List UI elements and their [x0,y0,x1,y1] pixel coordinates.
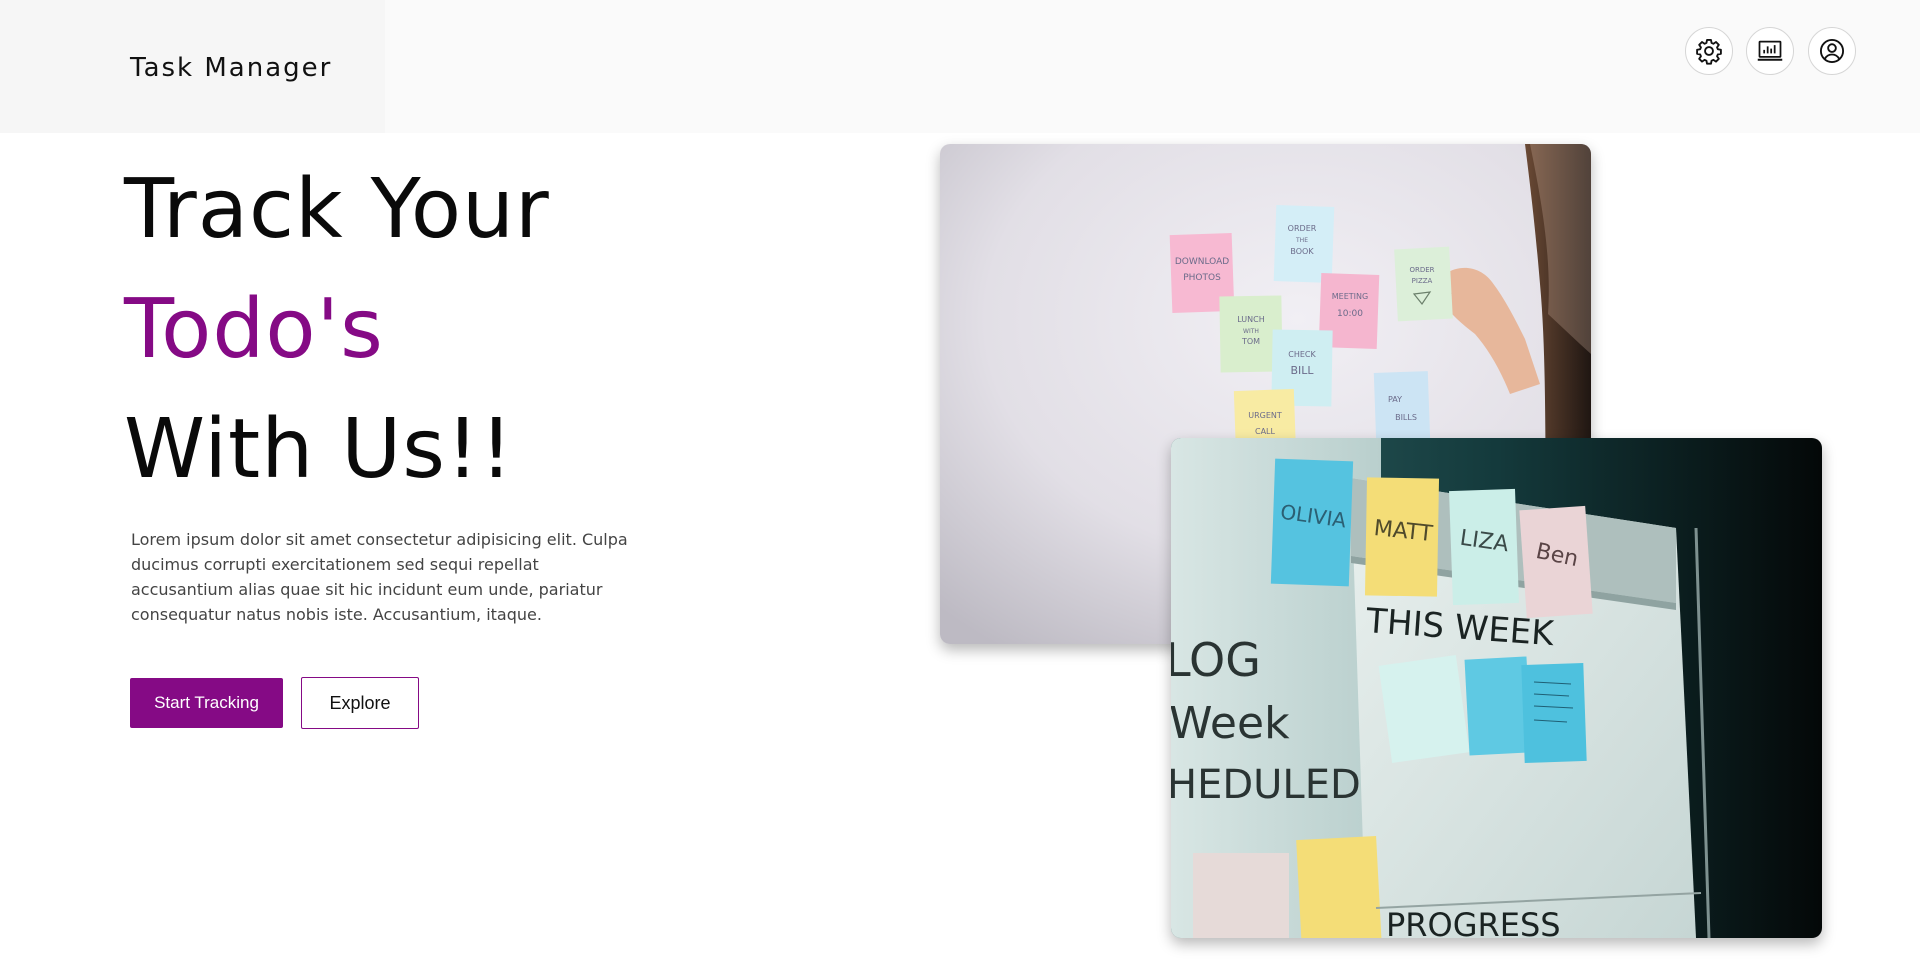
svg-text:TOM: TOM [1241,337,1260,346]
note-order-book: ORDER THE BOOK [1273,205,1335,283]
svg-text:10:00: 10:00 [1337,309,1363,319]
svg-text:CHECK: CHECK [1288,350,1316,359]
profile-button[interactable] [1808,27,1856,75]
top-navbar: Task Manager [0,0,1920,133]
svg-text:WITH: WITH [1243,328,1259,335]
note-liza: LIZA [1449,488,1519,606]
gear-icon [1696,38,1722,65]
svg-text:PROGRESS: PROGRESS [1386,906,1561,938]
svg-text:LOG: LOG [1171,633,1261,687]
svg-text:HEDULED: HEDULED [1171,762,1361,808]
whiteboard-photo: OLIVIA MATT LIZA Ben THIS WEEK LOG Week … [1171,438,1822,938]
hero-line-2-accent: Todo's [124,282,384,377]
brand-box: Task Manager [0,0,385,133]
note-ben: Ben [1519,505,1593,619]
svg-text:BILLS: BILLS [1395,413,1417,422]
hero-line-3: With Us!! [124,402,514,497]
svg-text:BILL: BILL [1290,364,1314,377]
user-circle-icon [1819,38,1845,64]
svg-text:THE: THE [1295,237,1308,244]
start-tracking-button[interactable]: Start Tracking [130,678,283,728]
svg-text:LUNCH: LUNCH [1237,315,1265,324]
note-order-pizza: ORDER PIZZA [1394,246,1453,322]
svg-text:Week: Week [1171,698,1290,749]
note-matt: MATT [1364,477,1440,597]
hero-description: Lorem ipsum dolor sit amet consectetur a… [131,530,628,624]
bar-chart-icon [1757,40,1783,61]
hero-line-1: Track Your [124,162,550,257]
svg-text:CALL: CALL [1255,427,1276,436]
svg-text:DOWNLOAD: DOWNLOAD [1175,257,1229,267]
svg-text:ORDER: ORDER [1409,266,1434,274]
svg-text:PAY: PAY [1388,395,1402,404]
svg-text:MEETING: MEETING [1332,292,1368,301]
svg-text:PIZZA: PIZZA [1412,277,1433,285]
svg-text:URGENT: URGENT [1248,411,1282,420]
settings-button[interactable] [1685,27,1733,75]
note-pay-bills: PAY BILLS [1373,371,1431,443]
brand-title[interactable]: Task Manager [130,53,332,83]
hero-heading: Track Your Todo's With Us!! [124,150,550,510]
svg-text:ORDER: ORDER [1288,224,1317,233]
explore-button[interactable]: Explore [301,677,419,729]
svg-text:BOOK: BOOK [1290,247,1314,256]
svg-text:PHOTOS: PHOTOS [1183,273,1221,283]
analytics-button[interactable] [1746,27,1794,75]
note-olivia: OLIVIA [1270,458,1354,587]
